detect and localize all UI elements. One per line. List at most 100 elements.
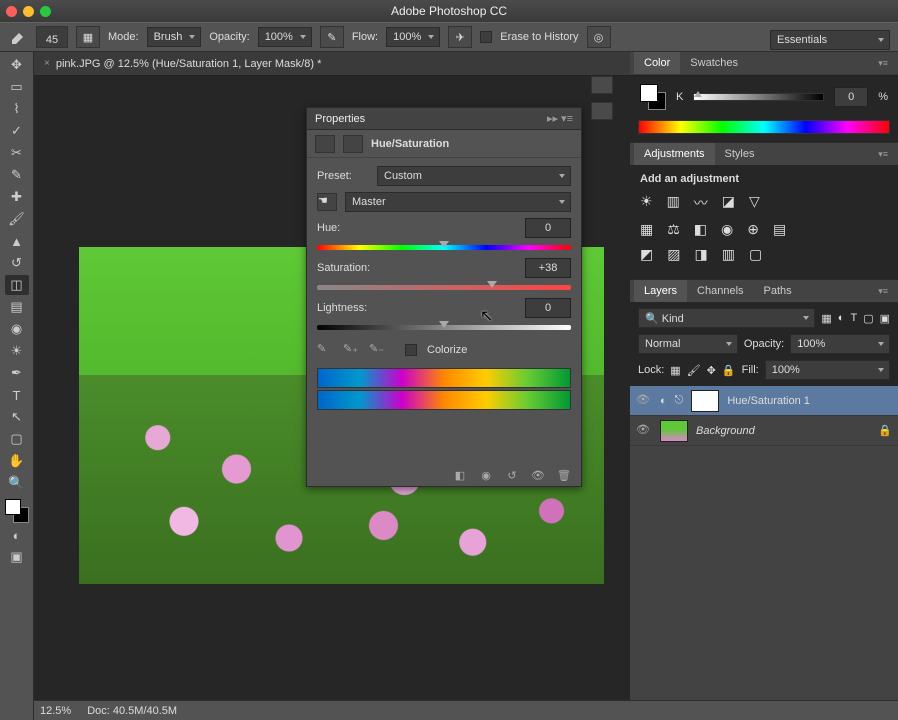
pressure-opacity-icon[interactable]: ✎ [320, 26, 344, 48]
adjustments-tab[interactable]: Adjustments [634, 143, 715, 165]
styles-tab[interactable]: Styles [715, 143, 765, 165]
mode-dropdown[interactable]: Brush [147, 27, 202, 47]
actions-panel-icon[interactable] [591, 102, 613, 120]
eraser-tool[interactable]: ◫ [5, 275, 29, 295]
saturation-input[interactable]: +38 [525, 258, 571, 278]
colorize-checkbox[interactable]: Colorize [405, 342, 467, 358]
layer-mask-thumbnail[interactable] [691, 390, 719, 412]
saturation-slider[interactable] [317, 282, 571, 292]
properties-tab[interactable]: Properties [315, 113, 365, 125]
airbrush-icon[interactable]: ✈ [448, 26, 472, 48]
bw-icon[interactable]: ◧ [694, 221, 707, 238]
color-tab[interactable]: Color [634, 52, 680, 74]
hue-input[interactable]: 0 [525, 218, 571, 238]
eraser-tool-icon[interactable] [8, 27, 28, 47]
brightness-icon[interactable]: ☀ [640, 193, 653, 213]
threshold-icon[interactable]: ◨ [694, 246, 707, 263]
levels-icon[interactable]: ▥ [667, 193, 680, 213]
lasso-tool[interactable]: ⌇ [5, 99, 29, 119]
blend-mode-dropdown[interactable]: Normal [638, 334, 738, 354]
window-minimize-icon[interactable] [23, 6, 34, 17]
channel-mixer-icon[interactable]: ⊕ [747, 221, 759, 238]
swatches-tab[interactable]: Swatches [680, 52, 748, 74]
hue-slider[interactable] [317, 242, 571, 252]
fill-dropdown[interactable]: 100% [765, 360, 890, 380]
color-swatch[interactable] [5, 499, 29, 523]
close-tab-icon[interactable]: × [44, 58, 50, 69]
pen-tool[interactable]: ✒ [5, 363, 29, 383]
workspace-dropdown[interactable]: Essentials [770, 30, 890, 50]
erase-history-checkbox[interactable]: Erase to History [480, 31, 578, 43]
visibility-icon[interactable]: 👁 [636, 393, 652, 409]
layer-opacity-dropdown[interactable]: 100% [790, 334, 890, 354]
eyedropper-icon[interactable]: ✎ [317, 342, 333, 358]
toggle-visibility-icon[interactable]: 👁 [529, 468, 547, 482]
color-balance-icon[interactable]: ⚖ [667, 221, 680, 238]
channel-dropdown[interactable]: Master [345, 192, 571, 212]
lock-pixels-icon[interactable]: 🖌 [687, 364, 701, 377]
link-icon[interactable]: ◐ [660, 395, 667, 407]
channels-tab[interactable]: Channels [687, 280, 753, 302]
flow-dropdown[interactable]: 100% [386, 27, 440, 47]
view-previous-icon[interactable]: ◉ [477, 468, 495, 482]
eyedropper-add-icon[interactable]: ✎₊ [343, 342, 359, 358]
visibility-icon[interactable]: 👁 [636, 423, 652, 439]
panel-menu-icon[interactable]: ▾≡ [878, 149, 894, 160]
document-tab[interactable]: × pink.JPG @ 12.5% (Hue/Saturation 1, La… [34, 52, 331, 76]
clip-to-layer-icon[interactable]: ◧ [451, 468, 469, 482]
window-close-icon[interactable] [6, 6, 17, 17]
adjustment-icon[interactable] [315, 135, 335, 153]
mask-icon[interactable] [343, 135, 363, 153]
gradient-map-icon[interactable]: ▥ [722, 246, 735, 263]
pressure-size-icon[interactable]: ◎ [587, 26, 611, 48]
preset-dropdown[interactable]: Custom [377, 166, 571, 186]
photo-filter-icon[interactable]: ◉ [721, 221, 733, 238]
lock-transparency-icon[interactable]: ▦ [670, 364, 680, 377]
type-tool[interactable]: T [5, 385, 29, 405]
paths-tab[interactable]: Paths [754, 280, 802, 302]
marquee-tool[interactable]: ▭ [5, 77, 29, 97]
filter-shape-icon[interactable]: ▢ [863, 312, 873, 325]
layer-thumbnail[interactable] [660, 420, 688, 442]
k-slider[interactable] [693, 93, 824, 101]
history-brush-tool[interactable]: ↺ [5, 253, 29, 273]
exposure-icon[interactable]: ◪ [722, 193, 735, 213]
panel-menu-icon[interactable]: ▸▸ ▾≡ [547, 112, 573, 125]
quick-mask-tool[interactable]: ◐ [5, 525, 29, 545]
opacity-dropdown[interactable]: 100% [258, 27, 312, 47]
dodge-tool[interactable]: ☀ [5, 341, 29, 361]
layer-row[interactable]: 👁 Background 🔒 [630, 416, 898, 446]
doc-info[interactable]: Doc: 40.5M/40.5M [87, 705, 177, 717]
panel-menu-icon[interactable]: ▾≡ [878, 58, 894, 69]
path-select-tool[interactable]: ↖ [5, 407, 29, 427]
stamp-tool[interactable]: ▲ [5, 231, 29, 251]
lock-position-icon[interactable]: ✥ [707, 364, 716, 377]
move-tool[interactable]: ✥ [5, 55, 29, 75]
eyedropper-subtract-icon[interactable]: ✎₋ [369, 342, 385, 358]
brush-panel-toggle-icon[interactable]: ▦ [76, 26, 100, 48]
layers-tab[interactable]: Layers [634, 280, 687, 302]
quick-select-tool[interactable]: ✓ [5, 121, 29, 141]
lock-all-icon[interactable]: 🔒 [722, 364, 736, 377]
filter-type-icon[interactable]: T [850, 312, 857, 324]
curves-icon[interactable]: 〰 [694, 193, 708, 213]
lightness-slider[interactable] [317, 322, 571, 332]
k-input[interactable]: 0 [834, 87, 868, 107]
filter-pixel-icon[interactable]: ▦ [821, 312, 831, 325]
posterize-icon[interactable]: ▨ [667, 246, 680, 263]
screen-mode-tool[interactable]: ▣ [5, 547, 29, 567]
filter-smart-icon[interactable]: ▣ [880, 312, 890, 325]
hue-sat-icon[interactable]: ▦ [640, 221, 653, 238]
brush-size-preview[interactable]: 45 [36, 26, 68, 48]
layer-row[interactable]: 👁 ◐ ⎋ Hue/Saturation 1 [630, 386, 898, 416]
gradient-tool[interactable]: ▤ [5, 297, 29, 317]
crop-tool[interactable]: ✂ [5, 143, 29, 163]
eyedropper-tool[interactable]: ✎ [5, 165, 29, 185]
layer-name[interactable]: Hue/Saturation 1 [727, 395, 810, 407]
shape-tool[interactable]: ▢ [5, 429, 29, 449]
reset-icon[interactable]: ↺ [503, 468, 521, 482]
lightness-input[interactable]: 0 [525, 298, 571, 318]
brush-tool[interactable]: 🖌 [5, 209, 29, 229]
delete-adjustment-icon[interactable]: 🗑 [555, 468, 573, 482]
invert-icon[interactable]: ◩ [640, 246, 653, 263]
